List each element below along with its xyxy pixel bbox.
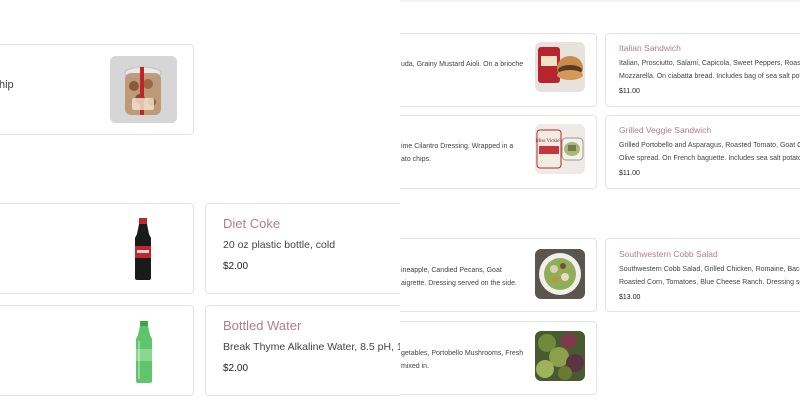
italian-sandwich-price: $11.00	[619, 88, 640, 95]
italian-sandwich-title: Italian Sandwich	[619, 43, 681, 53]
diet-coke-title: Diet Coke	[223, 216, 281, 231]
mixed-greens-image	[535, 331, 585, 381]
diet-coke-card[interactable]: Diet Coke 20 oz plastic bottle, cold $2.…	[205, 203, 400, 294]
cobb-salad-desc-line1: Southwestern Cobb Salad, Grilled Chicken…	[619, 266, 800, 273]
sandwich-desc-fragment-1: uda, Grainy Mustard Aioli. On a brioche	[401, 61, 524, 68]
italian-sandwich-card[interactable]: Italian Sandwich Italian, Prosciutto, Sa…	[605, 33, 800, 107]
bottled-water-image-card[interactable]	[0, 305, 194, 396]
salad2-desc-fragment-line2: mixed in.	[401, 363, 430, 370]
salad-card-2[interactable]: getables, Portobello Mushrooms, Fresh mi…	[400, 321, 597, 395]
chip-bag-brand-text: Miss Vickie's	[536, 139, 563, 144]
cobb-salad-title: Southwestern Cobb Salad	[619, 249, 718, 259]
grilled-veggie-card[interactable]: Grilled Veggie Sandwich Grilled Portobel…	[605, 115, 800, 189]
bottled-water-title: Bottled Water	[223, 318, 302, 333]
grilled-veggie-title: Grilled Veggie Sandwich	[619, 125, 712, 135]
diet-coke-image	[129, 216, 157, 282]
wrap-chips-image: Miss Vickie's	[535, 124, 585, 174]
grilled-veggie-price: $11.00	[619, 170, 640, 177]
cookie-item-card[interactable]: hip	[0, 44, 194, 135]
diet-coke-price: $2.00	[223, 261, 249, 272]
cobb-salad-price: $13.00	[619, 294, 641, 301]
salad2-desc-fragment-line1: getables, Portobello Mushrooms, Fresh	[401, 350, 524, 357]
cobb-salad-desc-line2: Roasted Corn, Tomatoes, Blue Cheese Ranc…	[619, 279, 800, 286]
wrap-desc-fragment-line1: ime Cilantro Dressing. Wrapped in a	[401, 143, 514, 150]
wrap-card[interactable]: ime Cilantro Dressing. Wrapped in a ato …	[400, 115, 597, 189]
cookie-container-image	[110, 56, 177, 123]
salad-desc-fragment-line1: ineapple, Candied Pecans, Goat	[401, 267, 502, 274]
sandwich-card-1[interactable]: uda, Grainy Mustard Aioli. On a brioche	[400, 33, 597, 107]
diet-coke-desc: 20 oz plastic bottle, cold	[223, 239, 336, 251]
salad-bowl-image	[535, 249, 585, 299]
grilled-veggie-desc-line2: Olive spread. On French baguette. Includ…	[619, 155, 800, 162]
bottled-water-image	[131, 319, 157, 385]
salad-desc-fragment-line2: aigrette. Dressing served on the side.	[401, 280, 517, 287]
salad-card-1[interactable]: ineapple, Candied Pecans, Goat aigrette.…	[400, 238, 597, 312]
bottled-water-price: $2.00	[223, 363, 249, 374]
top-divider	[400, 0, 800, 2]
italian-sandwich-desc-line1: Italian, Prosciutto, Salami, Capicola, S…	[619, 60, 800, 67]
diet-coke-image-card[interactable]	[0, 203, 194, 294]
right-menu-panel: uda, Grainy Mustard Aioli. On a brioche …	[400, 0, 800, 400]
cookie-item-desc-fragment: hip	[0, 79, 14, 91]
bottled-water-card[interactable]: Bottled Water Break Thyme Alkaline Water…	[205, 305, 400, 396]
cobb-salad-card[interactable]: Southwestern Cobb Salad Southwestern Cob…	[605, 238, 800, 312]
sandwich-chips-image	[535, 42, 585, 92]
bottled-water-desc: Break Thyme Alkaline Water, 8.5 pH, 16.9…	[223, 341, 400, 353]
italian-sandwich-desc-line2: Mozzarella. On ciabatta bread. Includes …	[619, 73, 800, 80]
grilled-veggie-desc-line1: Grilled Portobello and Asparagus, Roaste…	[619, 142, 800, 149]
wrap-desc-fragment-line2: ato chips.	[401, 156, 431, 163]
left-menu-panel: hip Diet Coke 20 oz plastic bottle, cold…	[0, 0, 400, 400]
